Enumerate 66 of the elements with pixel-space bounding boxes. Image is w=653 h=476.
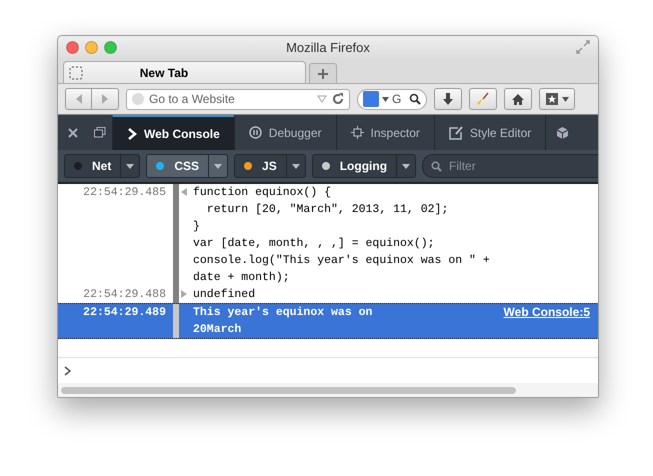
star-icon [545, 92, 559, 106]
edit-icon [448, 126, 463, 140]
window-title: Mozilla Firefox [286, 40, 370, 54]
dropdown-icon[interactable] [317, 95, 327, 103]
caret-icon[interactable] [402, 164, 410, 168]
download-button[interactable] [434, 88, 462, 110]
caret-icon [382, 96, 389, 102]
broom-button[interactable] [469, 88, 497, 110]
timestamp: 22:54:29.488 [82, 287, 167, 303]
inspector-icon [350, 126, 364, 139]
browser-tab[interactable]: New Tab [63, 61, 306, 83]
prompt-icon [64, 366, 71, 376]
new-tab-button[interactable] [309, 63, 337, 83]
globe-icon [131, 92, 145, 106]
fullscreen-icon[interactable] [576, 40, 590, 54]
back-button[interactable] [65, 88, 92, 110]
console-text: undefined [193, 287, 256, 303]
search-icon[interactable] [409, 93, 421, 105]
window-control-icon[interactable] [85, 40, 98, 54]
timestamp: 22:54:29.485 [82, 185, 167, 201]
caret-icon[interactable] [214, 164, 222, 168]
console-text: return [20, "March", 2013, 11, 02]; [206, 202, 450, 218]
timestamp: 22:54:29.489 [82, 305, 167, 321]
console-row[interactable]: 22:54:29.489 This year's equinox was on 20March Web Console:5 [58, 303, 598, 339]
console-row[interactable]: 22:54:29.485 function equinox() { return [20, "March", 2013, 11, 02]; } var [date, month, , ,] = equinox(); console.log("This year's equinox was on " + date + month); [58, 184, 598, 286]
console-text: This year's equinox was on 20March [193, 305, 374, 338]
forward-button[interactable] [92, 88, 119, 110]
undock-icon[interactable] [94, 127, 106, 138]
blank-page-icon [69, 66, 83, 80]
broom-icon [476, 92, 490, 106]
bookmarks-button[interactable] [539, 88, 575, 110]
address-bar[interactable]: Go to a Website [126, 88, 350, 110]
source-link[interactable]: Web Console:5 [504, 304, 590, 321]
close-icon[interactable] [68, 128, 78, 138]
chevron-icon [127, 128, 137, 140]
filter-button[interactable]: JS [234, 154, 306, 178]
search-icon [431, 160, 442, 172]
devtools-tab[interactable]: Web Console [112, 115, 234, 150]
window-control-icon[interactable] [66, 40, 79, 54]
scrollbar-thumb[interactable] [61, 386, 516, 394]
home-icon [511, 92, 525, 106]
cube-icon[interactable] [556, 126, 570, 140]
caret-icon[interactable] [126, 164, 134, 168]
console-text: var [date, month, , ,] = equinox(); [193, 236, 436, 252]
home-button[interactable] [504, 88, 532, 110]
console-text: console.log("This year's equinox was on " + [193, 253, 491, 269]
down-arrow-icon [442, 92, 454, 106]
filter-field[interactable]: Filter [447, 158, 598, 174]
filter-button[interactable]: Net [64, 154, 140, 178]
caret-icon[interactable] [292, 164, 300, 168]
console-text: } [193, 219, 201, 235]
console-text: date + month); [193, 270, 291, 286]
search-field[interactable]: G [357, 88, 427, 110]
input-marker-icon [181, 188, 187, 196]
pause-icon [248, 126, 262, 139]
filter-button[interactable]: CSS [146, 154, 228, 178]
plus-icon [317, 68, 329, 80]
reload-icon[interactable] [331, 92, 345, 106]
caret-icon [562, 96, 569, 102]
left-arrow-icon [74, 93, 84, 105]
right-arrow-icon [100, 93, 110, 105]
filter-button[interactable]: Logging [312, 154, 416, 178]
output-marker-icon [181, 290, 187, 298]
window-control-icon[interactable] [104, 40, 117, 54]
filter-bar[interactable]: Filter [422, 154, 598, 178]
console-text: function equinox() { [193, 185, 332, 201]
